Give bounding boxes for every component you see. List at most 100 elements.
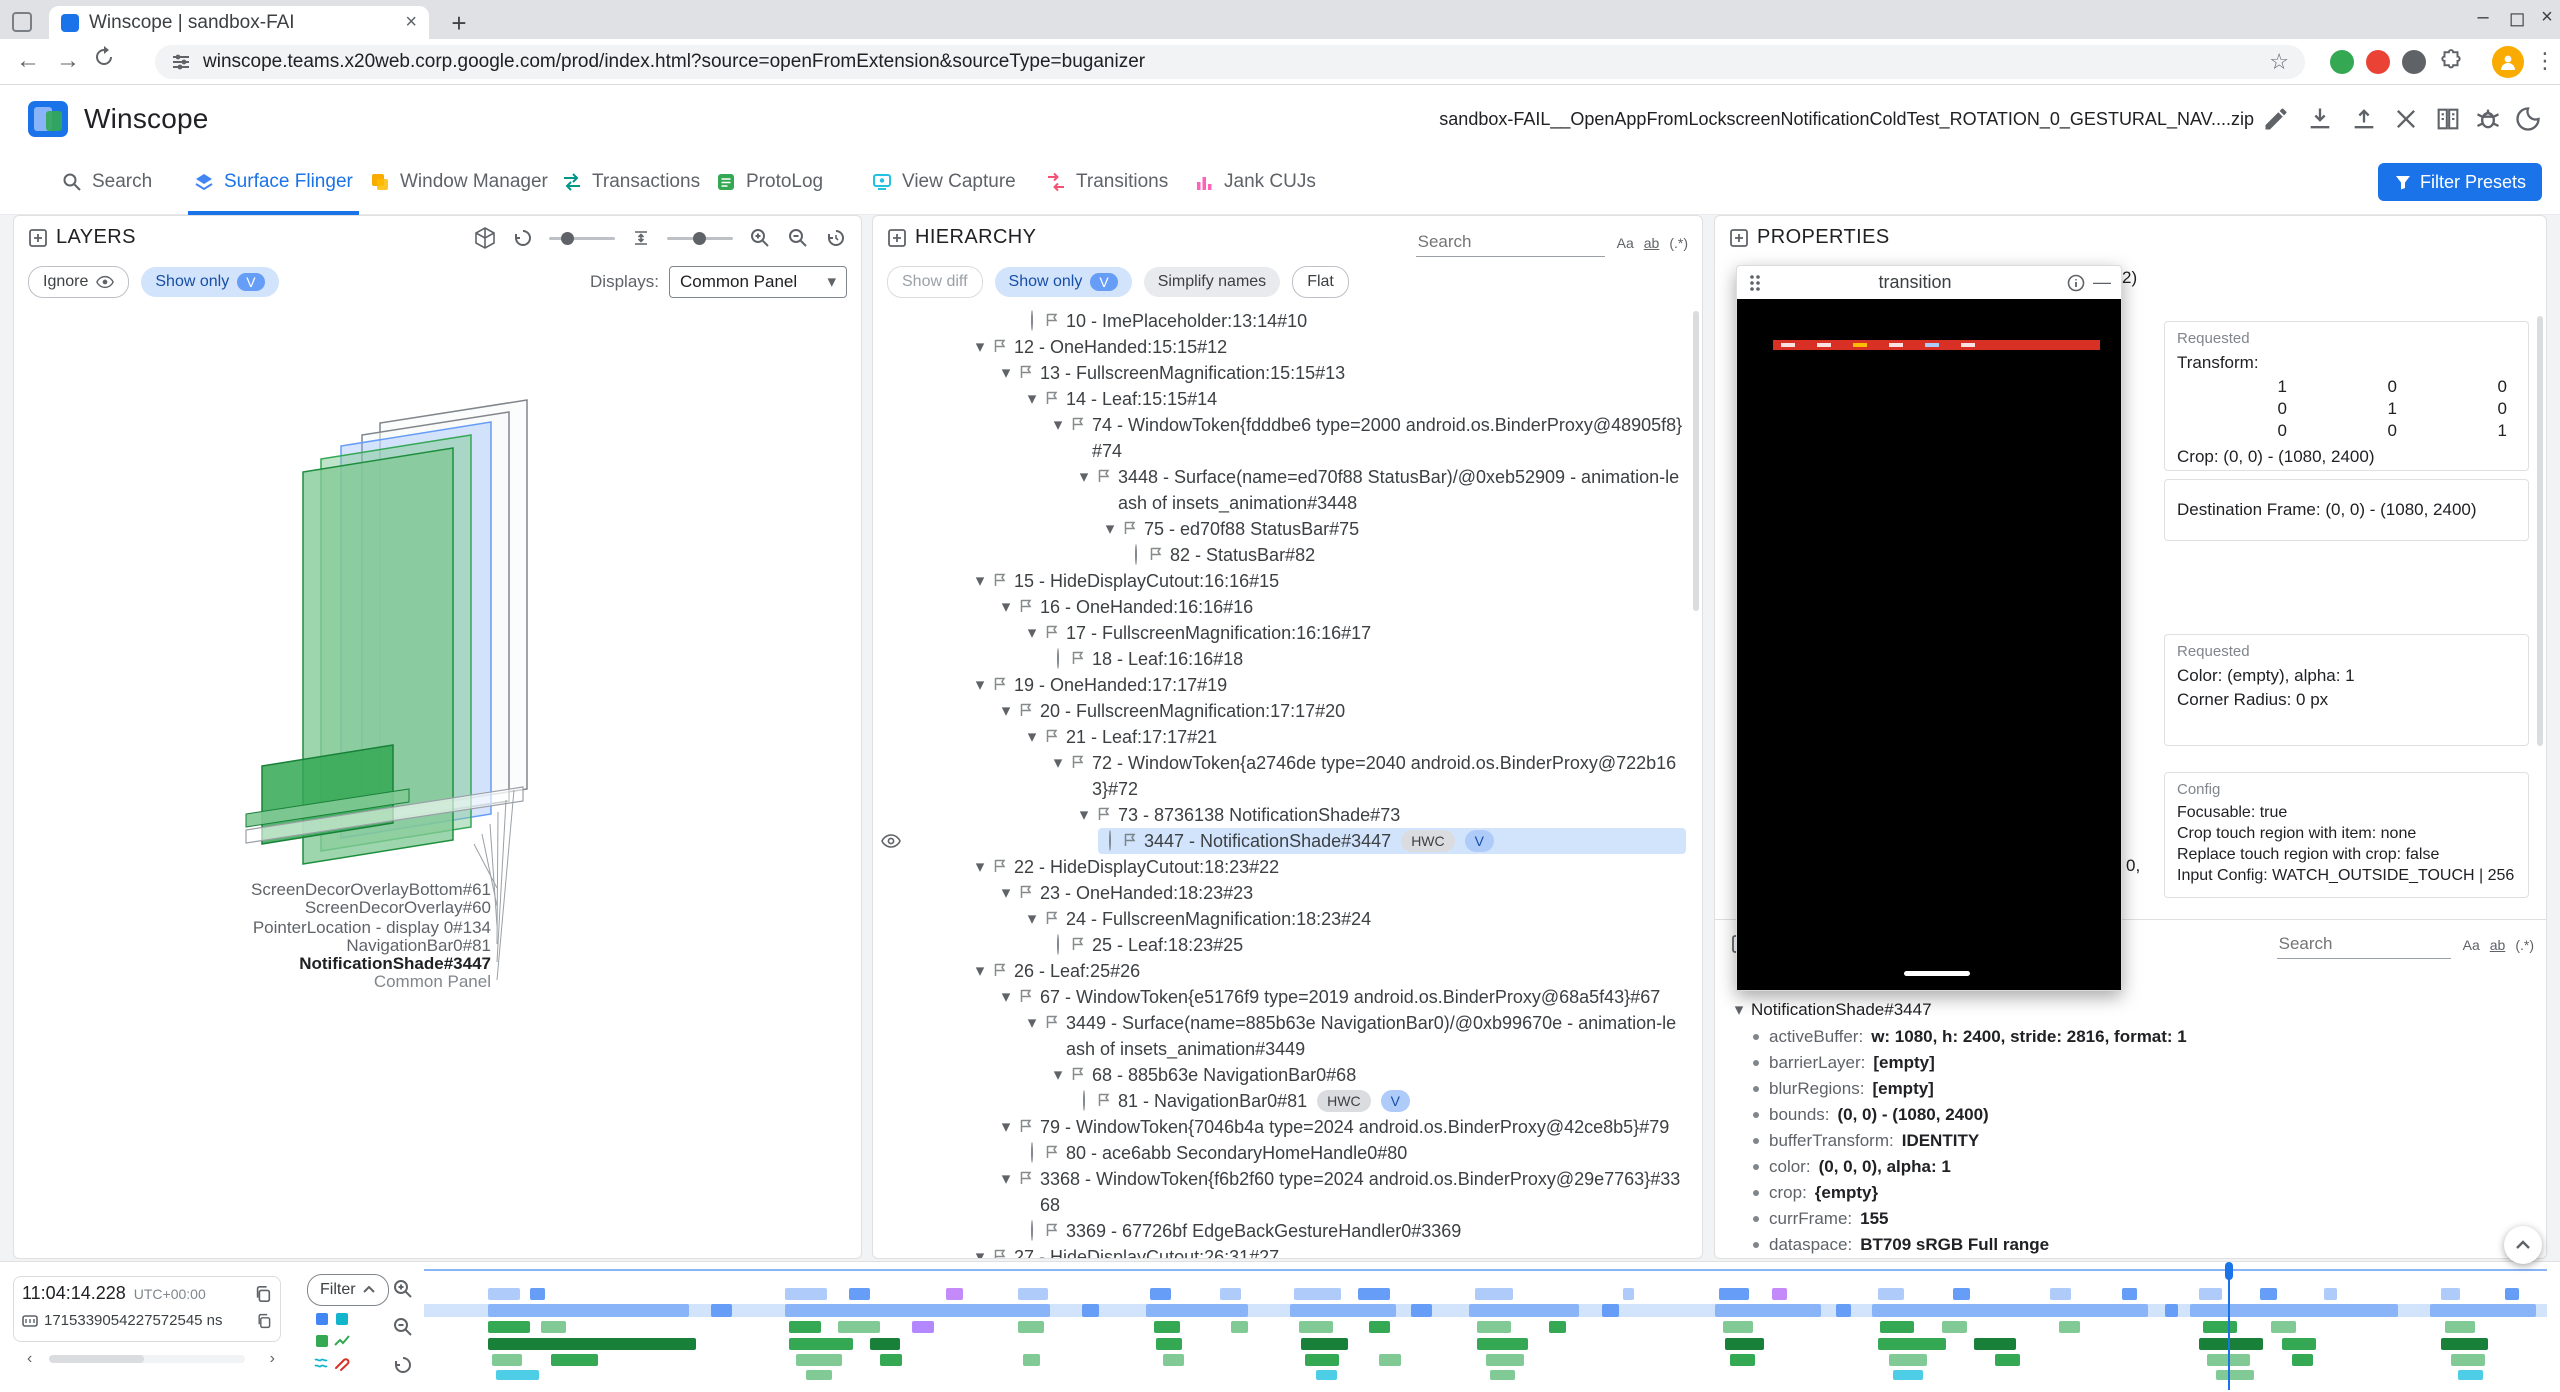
property-row[interactable]: color:(0, 0, 0), alpha: 1 (1727, 1154, 2534, 1180)
leaf-marker[interactable] (1020, 1218, 1044, 1244)
trace-segment[interactable] (1974, 1338, 2016, 1350)
legend-wm-icon[interactable] (316, 1335, 328, 1347)
tab-jank-cujs[interactable]: Jank CUJs (1188, 153, 1322, 211)
layer-label-display[interactable]: Common Panel (374, 972, 491, 991)
tree-node[interactable]: 10 - ImePlaceholder:13:14#10 (873, 308, 1692, 334)
trace-segment[interactable] (880, 1354, 901, 1366)
expand-arrow-icon[interactable]: ▾ (1046, 750, 1070, 776)
filter-presets-button[interactable]: Filter Presets (2378, 163, 2542, 201)
zoom-out-icon[interactable] (787, 227, 809, 249)
leaf-marker[interactable] (1020, 1140, 1044, 1166)
match-word-icon[interactable]: ab (1644, 235, 1660, 251)
trace-segment[interactable] (2165, 1304, 2178, 1317)
trace-segment[interactable] (2324, 1288, 2337, 1300)
layer-label[interactable]: ScreenDecorOverlayBottom#61 (251, 880, 491, 899)
trace-segment[interactable] (1719, 1288, 1749, 1300)
trace-segment[interactable] (1156, 1338, 1181, 1350)
docs-icon[interactable] (2434, 105, 2464, 135)
spacing-slider[interactable] (667, 237, 733, 240)
trace-segment[interactable] (1023, 1354, 1040, 1366)
tab-search-icon[interactable] (12, 12, 32, 32)
expand-arrow-icon[interactable]: ▾ (994, 594, 1018, 620)
copy-ns-icon[interactable] (256, 1313, 272, 1329)
expand-arrow-icon[interactable]: ▾ (1098, 516, 1122, 542)
upload-icon[interactable] (2350, 105, 2380, 135)
expand-arrow-icon[interactable]: ▾ (968, 1244, 992, 1258)
download-icon[interactable] (2306, 105, 2336, 135)
legend-viewcapture-icon[interactable] (336, 1313, 348, 1325)
trace-segment[interactable] (551, 1354, 598, 1366)
trace-segment[interactable] (1953, 1288, 1970, 1300)
trace-segment[interactable] (2199, 1338, 2263, 1350)
expand-arrow-icon[interactable]: ▾ (1020, 386, 1044, 412)
reset-zoom-icon[interactable] (392, 1354, 414, 1376)
extension-icon-1[interactable] (2330, 50, 2354, 74)
expand-arrow-icon[interactable]: ▾ (994, 360, 1018, 386)
expand-arrow-icon[interactable]: ▾ (994, 880, 1018, 906)
trace-segment[interactable] (789, 1321, 821, 1333)
trace-segment[interactable] (488, 1288, 520, 1300)
trace-segment[interactable] (1379, 1354, 1400, 1366)
scroll-top-button[interactable] (2504, 1226, 2542, 1264)
tab-close-icon[interactable]: × (405, 11, 417, 34)
trace-segment[interactable] (1301, 1338, 1348, 1350)
tree-node[interactable]: ▾15 - HideDisplayCutout:16:16#15 (873, 568, 1692, 594)
expand-arrow-icon[interactable]: ▾ (1020, 620, 1044, 646)
panel-expand-icon[interactable] (1729, 228, 1749, 248)
spacing-slider-knob[interactable] (693, 232, 706, 245)
trace-segment[interactable] (1889, 1354, 1927, 1366)
legend-sf-icon[interactable] (316, 1313, 328, 1325)
leaf-marker[interactable] (1098, 828, 1122, 854)
tree-node[interactable]: ▾19 - OneHanded:17:17#19 (873, 672, 1692, 698)
tree-node[interactable]: ▾14 - Leaf:15:15#14 (873, 386, 1692, 412)
trace-segment[interactable] (1018, 1288, 1048, 1300)
trace-segment[interactable] (870, 1338, 900, 1350)
timeline-mini-scrollbar[interactable]: ‹ › (13, 1350, 281, 1368)
tree-node[interactable]: ▾16 - OneHanded:16:16#16 (873, 594, 1692, 620)
trace-segment[interactable] (1725, 1338, 1763, 1350)
tab-transactions[interactable]: Transactions (556, 153, 706, 211)
simplify-names-chip[interactable]: Simplify names (1144, 267, 1280, 297)
leaf-marker[interactable] (1046, 932, 1070, 958)
expand-arrow-icon[interactable]: ▾ (968, 334, 992, 360)
trace-segment[interactable] (2451, 1354, 2485, 1366)
leaf-marker[interactable] (1020, 308, 1044, 334)
property-row[interactable]: blurRegions:[empty] (1727, 1076, 2534, 1102)
expand-arrow-icon[interactable]: ▾ (1046, 412, 1070, 438)
tree-node[interactable]: 3369 - 67726bf EdgeBackGestureHandler0#3… (873, 1218, 1692, 1244)
extension-icon-2[interactable] (2366, 50, 2390, 74)
properties-scrollbar[interactable] (2537, 316, 2543, 746)
trace-segment[interactable] (1477, 1321, 1511, 1333)
trace-segment[interactable] (1018, 1321, 1043, 1333)
scroll-right-icon[interactable]: › (270, 1350, 275, 1368)
tree-node[interactable]: 25 - Leaf:18:23#25 (873, 932, 1692, 958)
tree-node[interactable]: ▾67 - WindowToken{e5176f9 type=2019 andr… (873, 984, 1692, 1010)
trace-segment[interactable] (1146, 1304, 1248, 1317)
tree-node[interactable]: ▾26 - Leaf:25#26 (873, 958, 1692, 984)
trace-segment[interactable] (1358, 1288, 1390, 1300)
expand-arrow-icon[interactable]: ▾ (1020, 724, 1044, 750)
tree-node[interactable]: ▾12 - OneHanded:15:15#12 (873, 334, 1692, 360)
tree-node[interactable]: ▾22 - HideDisplayCutout:18:23#22 (873, 854, 1692, 880)
trace-segment[interactable] (2458, 1370, 2483, 1380)
legend-attachment-icon[interactable] (333, 1354, 351, 1372)
trace-segment[interactable] (530, 1288, 545, 1300)
trace-segment[interactable] (2441, 1338, 2488, 1350)
trace-segment[interactable] (1872, 1304, 2148, 1317)
trace-segment[interactable] (1290, 1304, 1396, 1317)
trace-segment[interactable] (1772, 1288, 1787, 1300)
trace-segment[interactable] (1411, 1304, 1432, 1317)
tab-protolog[interactable]: ProtoLog (710, 153, 829, 211)
trace-segment[interactable] (488, 1321, 530, 1333)
tree-node[interactable]: ▾79 - WindowToken{7046b4a type=2024 andr… (873, 1114, 1692, 1140)
tree-node[interactable]: ▾3448 - Surface(name=ed70f88 StatusBar)/… (873, 464, 1692, 516)
trace-segment[interactable] (2122, 1288, 2137, 1300)
properties-tree-root[interactable]: ▾ NotificationShade#3447 (1727, 996, 2534, 1024)
trace-segment[interactable] (1220, 1288, 1241, 1300)
trace-segment[interactable] (496, 1370, 538, 1380)
trace-segment[interactable] (1490, 1370, 1515, 1380)
expand-arrow-icon[interactable]: ▾ (1072, 802, 1096, 828)
trace-segment[interactable] (2445, 1321, 2475, 1333)
leaf-marker[interactable] (1124, 542, 1148, 568)
show-only-chip[interactable]: Show only V (141, 267, 278, 297)
